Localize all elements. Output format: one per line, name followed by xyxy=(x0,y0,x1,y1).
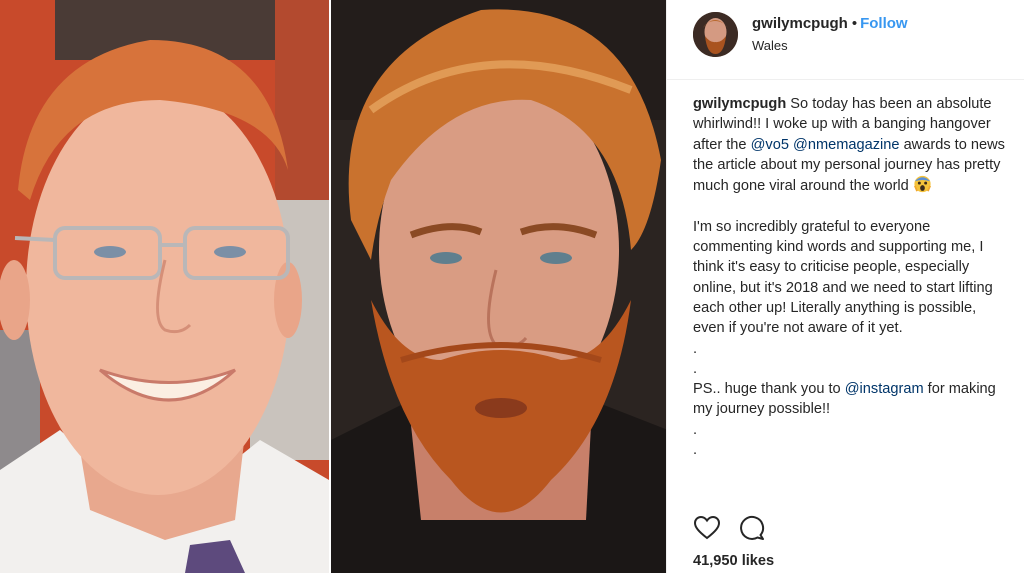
comment-icon xyxy=(740,515,765,540)
after-photo xyxy=(329,0,666,573)
caption-dot: . xyxy=(693,340,698,357)
heart-icon xyxy=(693,515,721,540)
likes-count[interactable]: 41,950 likes xyxy=(693,553,774,569)
caption-text: PS.. huge thank you to xyxy=(693,381,845,398)
mention-instagram[interactable]: @instagram xyxy=(845,381,924,397)
post-actions xyxy=(667,508,1024,548)
user-line: gwilymcpugh • Follow xyxy=(752,15,908,32)
caption-dot: . xyxy=(693,360,698,377)
caption-dot: . xyxy=(693,421,698,438)
post-header: gwilymcpugh • Follow Wales xyxy=(667,0,1024,80)
like-button[interactable] xyxy=(693,514,721,542)
follow-button[interactable]: Follow xyxy=(860,15,908,32)
post-image[interactable] xyxy=(0,0,666,573)
separator-dot: • xyxy=(851,15,858,32)
screaming-face-emoji-icon xyxy=(913,176,931,193)
comment-button[interactable] xyxy=(738,514,766,542)
post-caption: gwilymcpugh So today has been an absolut… xyxy=(693,94,1011,460)
caption-paragraph-3: PS.. huge thank you to @instagram for ma… xyxy=(693,379,1011,420)
avatar[interactable] xyxy=(693,12,738,57)
caption-paragraph-1: gwilymcpugh So today has been an absolut… xyxy=(693,94,1011,196)
before-photo xyxy=(0,0,329,573)
username-link[interactable]: gwilymcpugh xyxy=(752,15,848,32)
caption-username[interactable]: gwilymcpugh xyxy=(693,96,786,112)
caption-paragraph-2: I'm so incredibly grateful to everyone c… xyxy=(693,218,993,337)
mention-nmemagazine[interactable]: @nmemagazine xyxy=(793,137,899,153)
mention-vo5[interactable]: @vo5 xyxy=(751,137,789,153)
caption-dot: . xyxy=(693,442,698,459)
location-link[interactable]: Wales xyxy=(752,38,788,53)
post-sidebar: gwilymcpugh • Follow Wales gwilymcpugh So … xyxy=(666,0,1024,573)
